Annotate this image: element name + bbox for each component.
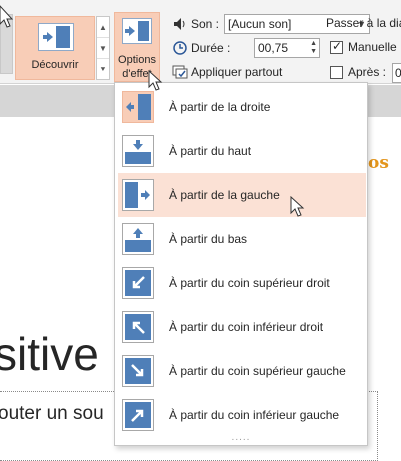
speaker-icon xyxy=(172,16,188,32)
menu-item-label: À partir de la gauche xyxy=(169,188,280,202)
mouse-cursor-icon xyxy=(290,196,305,217)
after-label: Après : xyxy=(348,65,387,79)
menu-item-label: À partir du coin inférieur gauche xyxy=(169,408,340,422)
apply-all-button[interactable]: Appliquer partout xyxy=(172,62,282,82)
gallery-scroll[interactable]: ▲ ▼ ⯆ xyxy=(96,16,110,80)
apply-all-icon xyxy=(172,64,188,80)
transition-gallery: Découvrir ▲ ▼ ⯆ xyxy=(0,6,112,80)
mouse-cursor-icon xyxy=(0,5,14,28)
gallery-more-icon[interactable]: ⯆ xyxy=(97,59,109,80)
menu-resize-grip[interactable]: ..... xyxy=(115,432,367,443)
menu-item-from-top-right[interactable]: À partir du coin supérieur droit xyxy=(118,261,366,305)
from-left-icon xyxy=(122,179,154,211)
slide-subtitle-text[interactable]: outer un sou xyxy=(0,403,104,425)
advance-slide-group: Passer à la dia Manuelle Après : 0 xyxy=(326,14,401,83)
sound-value: [Aucun son] xyxy=(228,17,292,31)
menu-item-label: À partir du coin inférieur droit xyxy=(169,320,324,334)
from-right-icon xyxy=(122,91,154,123)
menu-item-from-bottom-left[interactable]: À partir du coin inférieur gauche xyxy=(118,393,366,437)
from-bottom-right-icon xyxy=(122,311,154,343)
from-top-icon xyxy=(122,135,154,167)
duration-spinner[interactable]: 00,75 ▲ ▼ xyxy=(254,38,320,58)
menu-item-label: À partir de la droite xyxy=(169,100,271,114)
slide-title-text[interactable]: sitive xyxy=(0,327,99,381)
menu-item-label: À partir du coin supérieur droit xyxy=(169,276,330,290)
menu-item-from-bottom-right[interactable]: À partir du coin inférieur droit xyxy=(118,305,366,349)
spinner-arrows-icon[interactable]: ▲ ▼ xyxy=(310,40,317,56)
checkbox-unchecked-icon[interactable] xyxy=(330,66,343,80)
on-click-label: Manuelle xyxy=(348,40,397,54)
menu-item-from-top-left[interactable]: À partir du coin supérieur gauche xyxy=(118,349,366,393)
from-bottom-left-icon xyxy=(122,399,154,431)
effect-options-icon xyxy=(122,18,152,44)
menu-item-label: À partir du haut xyxy=(169,144,252,158)
mouse-cursor-icon xyxy=(148,70,163,91)
gallery-up-icon[interactable]: ▲ xyxy=(97,17,109,38)
discover-label: Découvrir xyxy=(31,59,79,71)
from-bottom-icon xyxy=(122,223,154,255)
menu-item-from-top[interactable]: À partir du haut xyxy=(118,129,366,173)
effect-options-menu: À partir de la droite À partir du haut À… xyxy=(114,82,368,446)
slide-orange-text: os xyxy=(368,153,389,173)
from-top-left-icon xyxy=(122,355,154,387)
menu-item-label: À partir du coin supérieur gauche xyxy=(169,364,346,378)
after-checkbox[interactable]: Après : xyxy=(330,65,387,80)
duration-value: 00,75 xyxy=(258,41,289,55)
discover-transition-icon xyxy=(38,23,74,51)
after-value: 0 xyxy=(395,66,401,80)
clock-icon xyxy=(172,40,188,56)
from-top-right-icon xyxy=(122,267,154,299)
checkbox-checked-icon[interactable] xyxy=(330,39,343,55)
sound-label: Son : xyxy=(191,17,220,31)
timing-group: Son : [Aucun son] ▼ Durée : 00,75 ▲ ▼ App… xyxy=(172,14,370,82)
gallery-down-icon[interactable]: ▼ xyxy=(97,38,109,59)
advance-heading: Passer à la dia xyxy=(326,16,401,30)
transitions-ribbon: Découvrir ▲ ▼ ⯆ Options d'effet Son : [A… xyxy=(0,0,401,84)
menu-item-label: À partir du bas xyxy=(169,232,248,246)
after-time-input[interactable]: 0 xyxy=(392,63,401,83)
menu-item-from-left[interactable]: À partir de la gauche xyxy=(118,173,366,217)
apply-all-label: Appliquer partout xyxy=(191,65,283,79)
on-click-checkbox[interactable]: Manuelle xyxy=(330,39,397,55)
transition-discover-button[interactable]: Découvrir xyxy=(15,16,95,80)
menu-item-from-bottom[interactable]: À partir du bas xyxy=(118,217,366,261)
duration-label: Durée : xyxy=(191,41,231,55)
